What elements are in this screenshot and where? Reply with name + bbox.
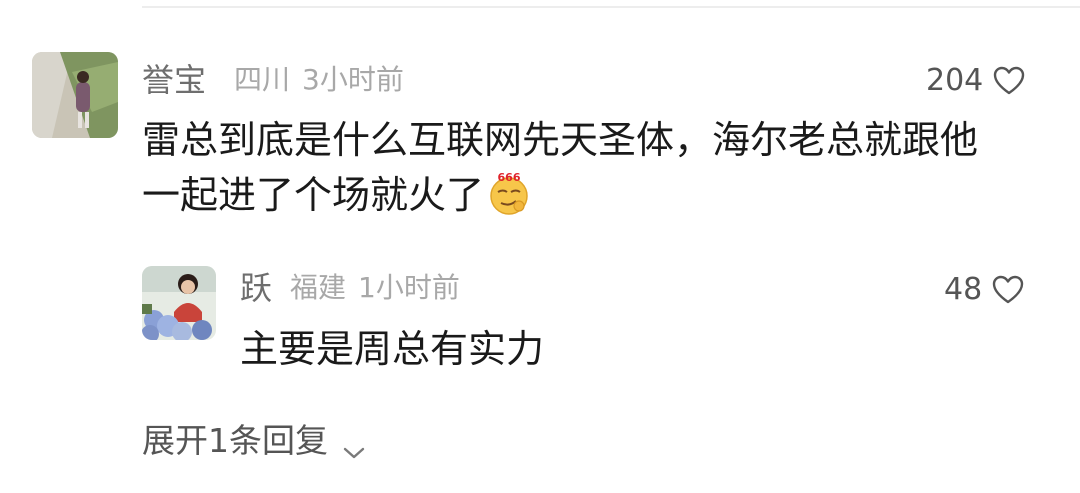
comment-text-line-1: 雷总到底是什么互联网先天圣体，海尔老总就跟他 bbox=[142, 118, 979, 162]
avatar-photo bbox=[32, 52, 118, 138]
comment-username[interactable]: 誉宝 bbox=[142, 64, 206, 96]
expand-replies-button[interactable]: 展开1条回复 bbox=[142, 421, 366, 460]
chevron-down-icon bbox=[342, 433, 366, 458]
top-divider bbox=[142, 6, 1080, 8]
reply-text: 主要是周总有实力 bbox=[240, 327, 545, 371]
expand-replies-label: 展开1条回复 bbox=[142, 421, 328, 460]
avatar[interactable] bbox=[32, 52, 118, 138]
comment-meta: 四川 3小时前 bbox=[234, 66, 404, 94]
comment-text-line-2: 一起进了个场就火了 666 bbox=[142, 170, 1062, 227]
emoji-666-label: 666 bbox=[498, 171, 521, 184]
reply-like-button[interactable]: 48 bbox=[944, 275, 1024, 305]
reply-meta: 福建 1小时前 bbox=[290, 274, 460, 302]
reply-avatar-photo bbox=[142, 266, 216, 340]
comment-text-line-2-body: 一起进了个场就火了 bbox=[142, 173, 485, 217]
comment-time: 3小时前 bbox=[302, 63, 404, 96]
reply-location: 福建 bbox=[290, 271, 347, 304]
reply-heart-icon bbox=[992, 275, 1024, 305]
smirk-666-emoji-icon: 666 bbox=[486, 170, 532, 227]
comment-like-button[interactable]: 204 bbox=[926, 66, 1025, 96]
heart-icon bbox=[993, 66, 1025, 96]
comment-location: 四川 bbox=[234, 63, 291, 96]
reply-username[interactable]: 跃 bbox=[240, 272, 272, 304]
reply-time: 1小时前 bbox=[358, 271, 460, 304]
reply-like-count: 48 bbox=[944, 272, 983, 307]
comment-text: 雷总到底是什么互联网先天圣体，海尔老总就跟他 一起进了个场就火了 666 bbox=[142, 116, 1062, 227]
comment-like-count: 204 bbox=[926, 63, 984, 98]
reply-avatar[interactable] bbox=[142, 266, 216, 340]
